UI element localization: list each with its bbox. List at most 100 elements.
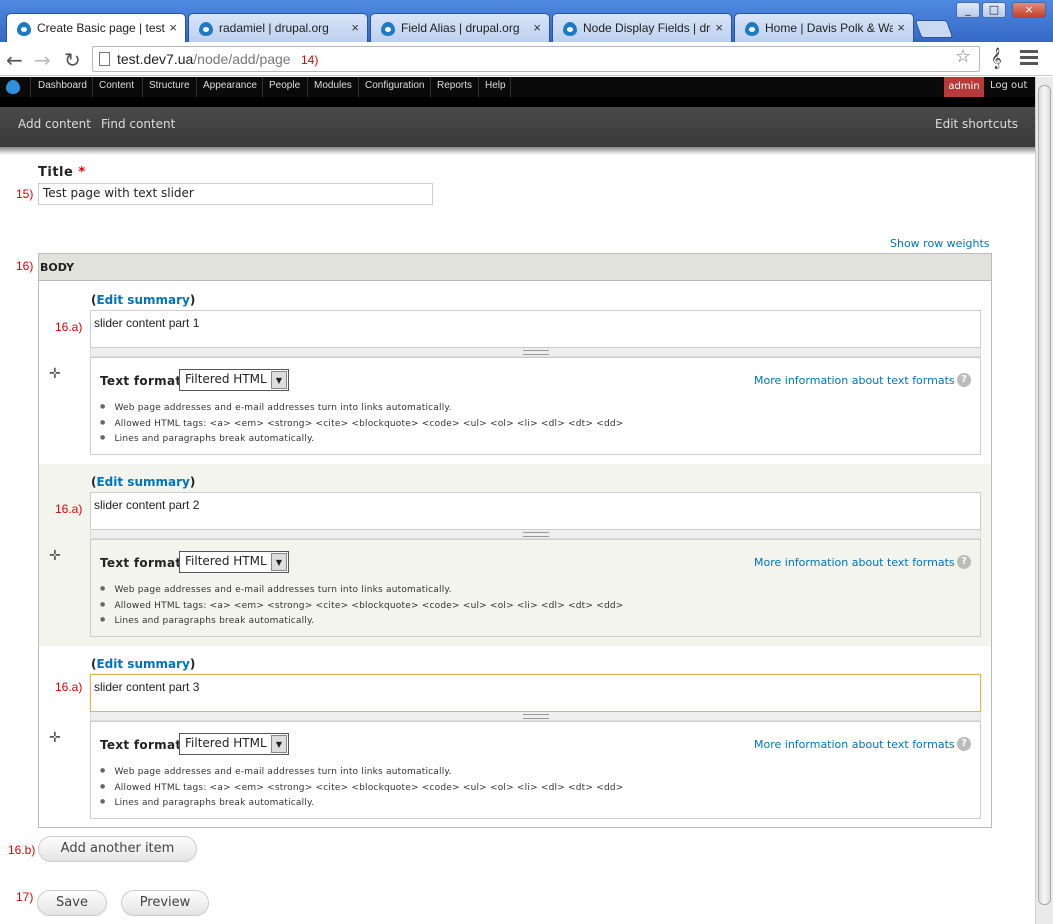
tip-item: Allowed HTML tags: <a> <em> <strong> <ci…	[100, 780, 624, 796]
back-arrow-icon[interactable]: ←	[6, 48, 23, 72]
minimize-button[interactable]: _	[956, 2, 980, 18]
edit-summary-link[interactable]: Edit summary	[96, 657, 189, 671]
text-format-box: Text format Filtered HTML ▼ More informat…	[90, 721, 981, 819]
preview-button[interactable]: Preview	[121, 890, 209, 916]
textarea-resize-grip[interactable]	[90, 348, 981, 357]
menu-divider	[92, 77, 93, 97]
menu-icon[interactable]	[1020, 50, 1038, 68]
format-tips: Web page addresses and e-mail addresses …	[100, 582, 624, 629]
menu-appearance[interactable]: Appearance	[203, 80, 257, 91]
drag-handle-icon[interactable]: ✛	[49, 730, 61, 746]
admin-user-link[interactable]: admin	[944, 77, 984, 97]
format-tips: Web page addresses and e-mail addresses …	[100, 764, 624, 811]
drag-handle-icon[interactable]: ✛	[49, 548, 61, 564]
forward-arrow-icon[interactable]: →	[34, 48, 51, 72]
add-content-link[interactable]: Add content	[18, 117, 91, 131]
edit-summary: (Edit summary)	[91, 657, 196, 671]
drag-handle-icon[interactable]: ✛	[49, 366, 61, 382]
more-info-link[interactable]: More information about text formats	[754, 374, 955, 387]
menu-dashboard[interactable]: Dashboard	[38, 80, 87, 91]
more-info-link[interactable]: More information about text formats	[754, 738, 955, 751]
menu-divider	[358, 77, 359, 97]
text-format-value: Filtered HTML	[185, 736, 267, 750]
textarea-resize-grip[interactable]	[90, 712, 981, 721]
title-input[interactable]: Test page with text slider	[38, 183, 433, 205]
tab-label: Home | Davis Polk & Wardw	[765, 21, 893, 35]
annotation-row-2: 16.a)	[55, 502, 83, 516]
annotation-row-3: 16.a)	[55, 680, 83, 694]
maximize-button[interactable]: □	[982, 2, 1006, 18]
tab-label: Field Alias | drupal.org	[401, 21, 520, 35]
tip-item: Web page addresses and e-mail addresses …	[100, 400, 624, 416]
bookmark-star-icon[interactable]: ☆	[955, 46, 971, 67]
title-label: Title *	[38, 165, 86, 180]
drupal-logo-icon[interactable]	[6, 80, 20, 94]
logout-link[interactable]: Log out	[990, 80, 1027, 91]
edit-summary: (Edit summary)	[91, 293, 196, 307]
menu-structure[interactable]: Structure	[149, 80, 190, 91]
tab-close-icon[interactable]: ×	[715, 20, 723, 35]
body-row-3: ✛ (Edit summary) 16.a) slider content pa…	[39, 646, 991, 827]
browser-toolbar: ← → ↻ test.dev7.ua/node/add/page 14) ☆ 𝄞	[0, 42, 1053, 76]
text-format-select[interactable]: Filtered HTML ▼	[179, 733, 289, 755]
address-bar[interactable]: test.dev7.ua/node/add/page 14)	[92, 46, 980, 72]
tip-item: Allowed HTML tags: <a> <em> <strong> <ci…	[100, 598, 624, 614]
edit-summary-link[interactable]: Edit summary	[96, 475, 189, 489]
text-format-select[interactable]: Filtered HTML ▼	[179, 369, 289, 391]
annotation-row-1: 16.a)	[55, 320, 83, 334]
menu-content[interactable]: Content	[99, 80, 134, 91]
textarea-resize-grip[interactable]	[90, 530, 981, 539]
required-marker: *	[78, 165, 86, 180]
show-row-weights-link[interactable]: Show row weights	[890, 237, 990, 250]
body-textarea-2[interactable]: slider content part 2	[90, 492, 981, 530]
reload-icon[interactable]: ↻	[64, 48, 81, 72]
text-format-box: Text format Filtered HTML ▼ More informat…	[90, 539, 981, 637]
dropdown-arrow-icon: ▼	[271, 735, 287, 753]
tab-field-alias[interactable]: Field Alias | drupal.org ×	[370, 13, 550, 42]
tab-close-icon[interactable]: ×	[351, 20, 359, 35]
edit-summary-link[interactable]: Edit summary	[96, 293, 189, 307]
vertical-scrollbar[interactable]	[1035, 77, 1053, 924]
text-format-select[interactable]: Filtered HTML ▼	[179, 551, 289, 573]
extension-icon[interactable]: 𝄞	[991, 48, 1002, 69]
annotation-title: 15)	[16, 187, 34, 201]
text-format-value: Filtered HTML	[185, 372, 267, 386]
menu-reports[interactable]: Reports	[437, 80, 472, 91]
help-question-icon[interactable]: ?	[957, 555, 971, 569]
body-textarea-3[interactable]: slider content part 3	[90, 674, 981, 712]
save-button[interactable]: Save	[37, 890, 107, 916]
close-window-button[interactable]: ×	[1012, 2, 1046, 18]
tab-node-display-fields[interactable]: Node Display Fields | drupa ×	[552, 13, 732, 42]
body-textarea-1[interactable]: slider content part 1	[90, 310, 981, 348]
body-header: BODY	[39, 254, 991, 281]
menu-help[interactable]: Help	[485, 80, 506, 91]
url-path: /node/add/page	[193, 51, 291, 67]
body-field-table: BODY ✛ (Edit summary) 16.a) slider conte…	[38, 253, 992, 828]
help-question-icon[interactable]: ?	[957, 737, 971, 751]
add-another-item-button[interactable]: Add another item	[38, 836, 197, 862]
find-content-link[interactable]: Find content	[101, 117, 175, 131]
new-tab-button[interactable]	[914, 20, 954, 38]
tip-item: Lines and paragraphs break automatically…	[100, 431, 624, 447]
tab-davis-polk[interactable]: Home | Davis Polk & Wardw ×	[734, 13, 914, 42]
more-info-link[interactable]: More information about text formats	[754, 556, 955, 569]
drupal-favicon-icon	[563, 22, 577, 36]
scrollbar-thumb[interactable]	[1038, 85, 1051, 905]
tip-item: Lines and paragraphs break automatically…	[100, 795, 624, 811]
menu-configuration[interactable]: Configuration	[365, 80, 424, 91]
tab-close-icon[interactable]: ×	[533, 20, 541, 35]
menu-modules[interactable]: Modules	[314, 80, 352, 91]
shortcut-bar-shadow	[0, 147, 1040, 155]
menu-divider	[142, 77, 143, 97]
tab-create-basic-page[interactable]: Create Basic page | test.d ×	[6, 13, 186, 43]
text-format-label: Text format	[100, 738, 182, 752]
tab-close-icon[interactable]: ×	[897, 20, 905, 35]
menu-people[interactable]: People	[269, 80, 300, 91]
text-format-label: Text format	[100, 556, 182, 570]
annotation-add-item: 16.b)	[8, 843, 36, 857]
edit-shortcuts-link[interactable]: Edit shortcuts	[935, 117, 1018, 131]
drupal-favicon-icon	[745, 22, 759, 36]
tab-radamiel[interactable]: radamiel | drupal.org ×	[188, 13, 368, 42]
tab-close-icon[interactable]: ×	[169, 20, 177, 35]
help-question-icon[interactable]: ?	[957, 373, 971, 387]
